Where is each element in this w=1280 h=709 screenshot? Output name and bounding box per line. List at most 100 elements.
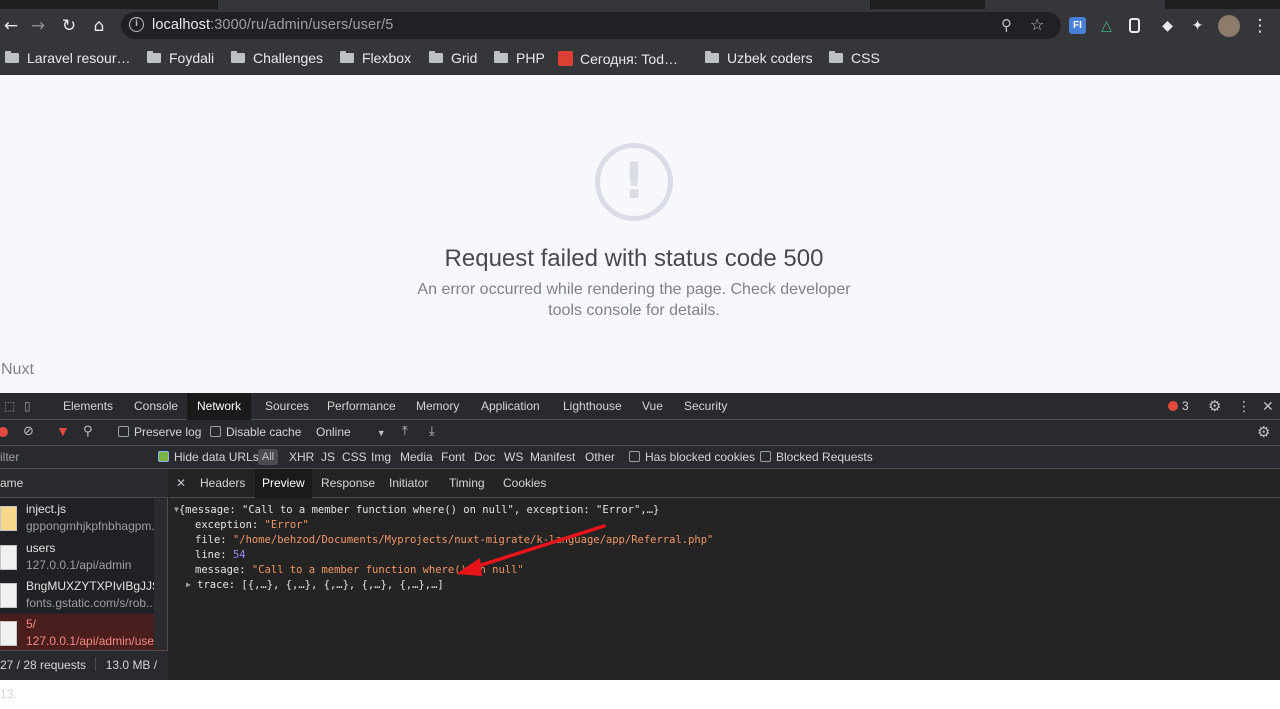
request-name: users xyxy=(26,541,56,555)
request-row-selected-error[interactable]: 5/ 127.0.0.1/api/admin/user xyxy=(0,614,167,652)
filter-img[interactable]: Img xyxy=(371,450,391,464)
json-row-trace[interactable]: ▶ trace: [{,…}, {,…}, {,…}, {,…}, {,…},…… xyxy=(186,578,444,593)
address-bar[interactable]: i localhost:3000/ru/admin/users/user/5 ⚲… xyxy=(121,12,1061,39)
bookmarks-bar: Laravel resour… Foydali Challenges Flexb… xyxy=(0,42,1280,75)
import-har-icon[interactable]: ⤒ xyxy=(402,423,408,439)
site-info-icon[interactable]: i xyxy=(129,17,144,32)
bookmark-css[interactable]: CSS xyxy=(829,49,880,67)
filter-input[interactable]: ilter xyxy=(0,450,19,464)
filter-css[interactable]: CSS xyxy=(342,450,367,464)
bookmark-flexbox[interactable]: Flexbox xyxy=(340,49,411,67)
json-key: message: xyxy=(195,564,252,576)
tab-memory[interactable]: Memory xyxy=(406,393,469,420)
name-column-header[interactable]: ame xyxy=(0,469,168,498)
has-blocked-cookies-checkbox[interactable]: Has blocked cookies xyxy=(629,450,755,464)
filter-other[interactable]: Other xyxy=(585,450,615,464)
expanded-triangle-icon: ▼ xyxy=(174,505,179,514)
error-counter[interactable]: 3 xyxy=(1158,393,1199,420)
bookmark-star-icon[interactable]: ☆ xyxy=(1030,15,1044,35)
js-file-icon xyxy=(0,506,17,531)
tab-network[interactable]: Network xyxy=(187,393,252,420)
vue-devtools-icon[interactable]: △ xyxy=(1098,17,1115,34)
close-devtools-icon[interactable]: ✕ xyxy=(1252,393,1280,420)
export-har-icon[interactable]: ⤓ xyxy=(429,423,435,439)
filter-xhr[interactable]: XHR xyxy=(289,450,314,464)
json-key: file: xyxy=(195,534,233,546)
throttling-select[interactable]: Online ▼ xyxy=(316,425,386,439)
blocked-requests-checkbox[interactable]: Blocked Requests xyxy=(760,450,873,464)
filter-doc[interactable]: Doc xyxy=(474,450,495,464)
tab-elements[interactable]: Elements xyxy=(53,393,123,420)
zoom-icon[interactable]: ⚲ xyxy=(1001,16,1012,34)
extensions-puzzle-icon[interactable]: ✦ xyxy=(1189,17,1206,34)
browser-menu-icon[interactable]: ⋮ xyxy=(1249,15,1271,37)
diamond-extension-icon[interactable]: ◆ xyxy=(1159,17,1176,34)
bookmark-grid[interactable]: Grid xyxy=(429,49,477,67)
active-tab[interactable] xyxy=(218,0,870,9)
back-icon[interactable]: ← xyxy=(0,15,22,37)
json-row-message[interactable]: message: "Call to a member function wher… xyxy=(195,563,524,578)
clear-icon[interactable]: ⊘ xyxy=(23,423,34,439)
checkbox-checked-icon xyxy=(158,451,169,462)
network-settings-icon[interactable]: ⚙ xyxy=(1257,423,1270,441)
bookmark-laravel[interactable]: Laravel resour… xyxy=(5,49,131,67)
search-icon[interactable]: ⚲ xyxy=(83,423,93,439)
request-row[interactable]: inject.js gppongmhjkpfnbhagpm... xyxy=(0,499,167,537)
todoist-icon xyxy=(558,51,573,66)
reload-icon[interactable]: ↻ xyxy=(58,15,80,37)
tab-performance[interactable]: Performance xyxy=(317,393,406,420)
filter-all-chip[interactable]: All xyxy=(258,449,278,465)
bookmark-foydali[interactable]: Foydali xyxy=(147,49,214,67)
filter-icon[interactable]: ▼ xyxy=(56,423,70,439)
tab-response[interactable]: Response xyxy=(314,469,382,498)
bookmark-uzbek-coders[interactable]: Uzbek coders xyxy=(705,49,813,67)
home-icon[interactable]: ⌂ xyxy=(88,15,110,37)
request-name: 5/ xyxy=(26,617,37,631)
browser-tab[interactable] xyxy=(985,0,1165,9)
json-key: trace: xyxy=(197,579,242,591)
folder-icon xyxy=(5,51,19,63)
tab-initiator[interactable]: Initiator xyxy=(382,469,435,498)
request-url: 127.0.0.1/api/admin xyxy=(26,558,132,572)
request-list-scrollbar[interactable] xyxy=(154,499,167,649)
disable-cache-checkbox[interactable]: Disable cache xyxy=(210,425,301,439)
inspect-element-icon[interactable]: ⬚ xyxy=(0,393,19,420)
url-text[interactable]: localhost:3000/ru/admin/users/user/5 xyxy=(152,17,393,33)
json-row-file[interactable]: file: "/home/behzod/Documents/Myprojects… xyxy=(195,533,713,548)
tab-vue[interactable]: Vue xyxy=(632,393,673,420)
folder-icon xyxy=(429,51,443,63)
checkbox-icon xyxy=(629,451,640,462)
detail-tab-bar: ✕ Headers Preview Response Initiator Tim… xyxy=(169,469,1280,498)
tab-lighthouse[interactable]: Lighthouse xyxy=(553,393,632,420)
tab-security[interactable]: Security xyxy=(674,393,737,420)
filter-manifest[interactable]: Manifest xyxy=(530,450,575,464)
filter-media[interactable]: Media xyxy=(400,450,433,464)
tab-headers[interactable]: Headers xyxy=(193,469,252,498)
close-detail-icon[interactable]: ✕ xyxy=(174,469,188,498)
device-icon[interactable] xyxy=(1129,18,1140,33)
tab-timing[interactable]: Timing xyxy=(442,469,492,498)
preserve-log-checkbox[interactable]: Preserve log xyxy=(118,425,201,439)
tab-application[interactable]: Application xyxy=(471,393,550,420)
filter-js[interactable]: JS xyxy=(321,450,335,464)
request-row[interactable]: BngMUXZYTXPIvIBgJJS... fonts.gstatic.com… xyxy=(0,576,167,614)
request-row[interactable]: users 127.0.0.1/api/admin xyxy=(0,538,167,576)
device-toolbar-icon[interactable]: ▯ xyxy=(20,393,35,420)
json-root-row[interactable]: ▼{message: "Call to a member function wh… xyxy=(174,503,659,518)
bookmark-php[interactable]: PHP xyxy=(494,49,545,67)
profile-avatar[interactable] xyxy=(1218,15,1240,37)
record-icon[interactable] xyxy=(0,427,8,437)
json-row-exception[interactable]: exception: "Error" xyxy=(195,518,309,533)
extension-fi-icon[interactable]: FI xyxy=(1069,17,1086,34)
forward-icon[interactable]: → xyxy=(27,15,49,37)
tab-sources[interactable]: Sources xyxy=(255,393,319,420)
json-row-line[interactable]: line: 54 xyxy=(195,548,246,563)
hide-data-urls-checkbox[interactable]: Hide data URLs xyxy=(158,450,259,464)
tab-cookies[interactable]: Cookies xyxy=(496,469,553,498)
bookmark-todoist[interactable]: Сегодня: Tod… xyxy=(558,49,678,67)
tab-preview[interactable]: Preview xyxy=(255,469,312,498)
tab-console[interactable]: Console xyxy=(124,393,188,420)
filter-ws[interactable]: WS xyxy=(504,450,523,464)
filter-font[interactable]: Font xyxy=(441,450,465,464)
bookmark-challenges[interactable]: Challenges xyxy=(231,49,323,67)
